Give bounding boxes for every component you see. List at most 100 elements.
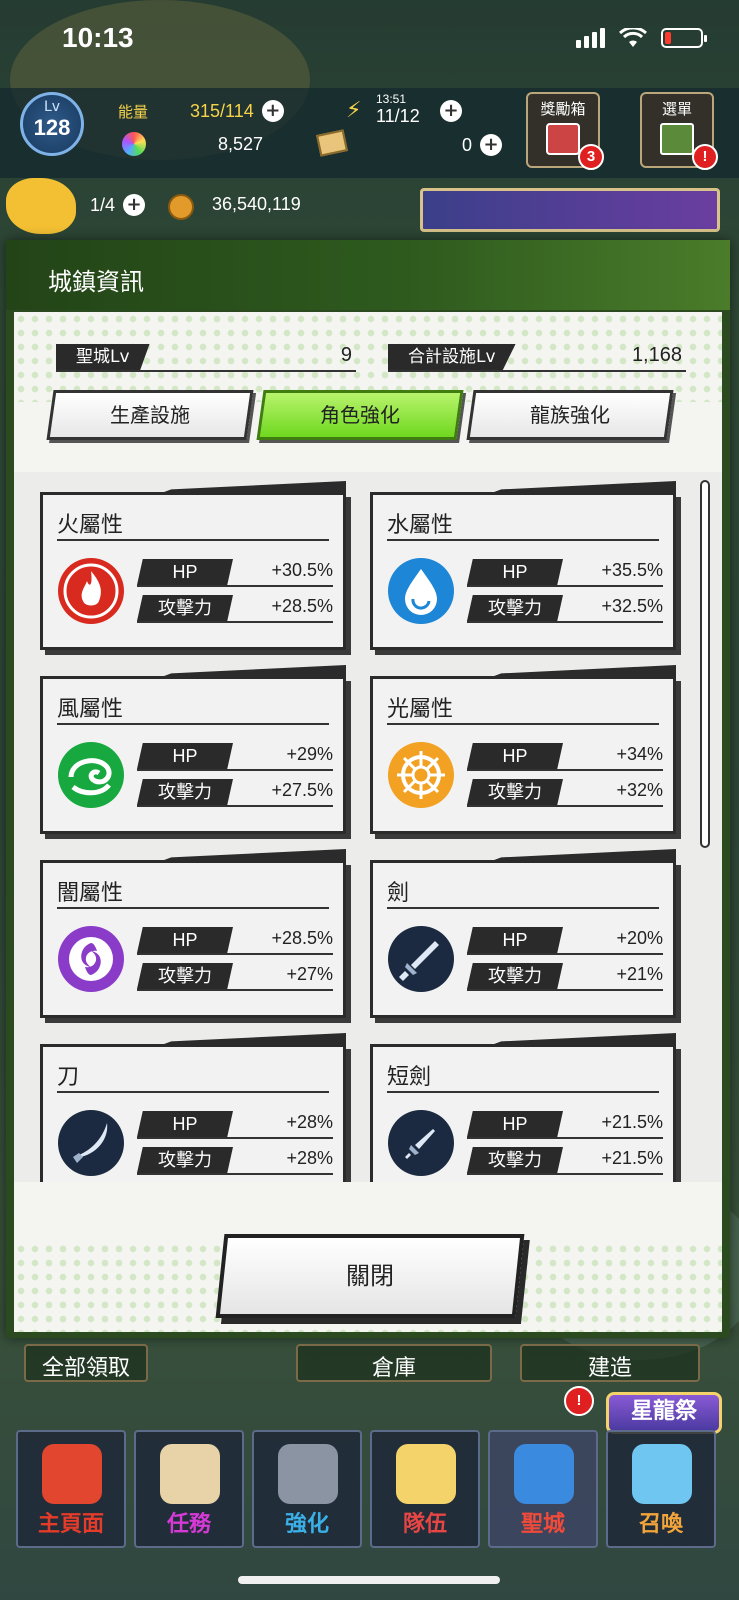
scrollbar[interactable] (700, 480, 710, 848)
medals-value: 1/4 (90, 194, 116, 215)
add-medals-button[interactable]: + (123, 194, 146, 216)
hp-row: HP +20% (467, 927, 663, 955)
reward-box-button[interactable]: 獎勵箱 3 (526, 92, 604, 170)
energy-value: 315/114 (190, 100, 254, 121)
event-banner-label: 星龍祭 (630, 1399, 697, 1424)
card-title: 短劍 (387, 1065, 432, 1090)
wifi-icon (619, 28, 647, 48)
warehouse-button[interactable]: 倉庫 (296, 1344, 492, 1382)
bottom-nav: 主頁面 任務 強化 隊伍 聖城 召喚! (16, 1386, 722, 1548)
card-title: 風屬性 (57, 697, 124, 722)
atk-label: 攻擊力 (137, 779, 233, 805)
add-energy-button[interactable]: + (261, 100, 284, 122)
lightning-icon: ⚡ (346, 98, 362, 123)
level-value: 128 (33, 115, 71, 140)
atk-value: +21% (616, 964, 663, 984)
hp-value: +34% (616, 744, 663, 764)
card-title: 刀 (57, 1065, 80, 1090)
nav-quests[interactable]: 任務 (134, 1430, 244, 1548)
card-corner-decor (156, 1033, 346, 1047)
nav-holy-city[interactable]: 聖城 (488, 1430, 598, 1548)
energy-display: 能量 315/114 + (118, 100, 284, 122)
hp-value: +28.5% (271, 928, 333, 948)
build-label: 建造 (587, 1356, 632, 1381)
card-corner-decor (486, 665, 676, 679)
scroll-icon (160, 1444, 220, 1504)
enhance-card: 光屬性 HP +34% 攻擊力 +32% (370, 665, 676, 834)
atk-row: 攻擊力 +28% (137, 1147, 333, 1175)
hp-value: +30.5% (271, 560, 333, 580)
gems-display: 8,527 (218, 134, 263, 155)
build-button[interactable]: 建造 (520, 1344, 700, 1382)
nav-label: 召喚 (638, 1512, 683, 1537)
atk-value: +32.5% (601, 596, 663, 616)
atk-row: 攻擊力 +27% (137, 963, 333, 991)
water-icon (387, 557, 455, 625)
nav-team[interactable]: 隊伍 (370, 1430, 480, 1548)
add-tickets-button[interactable]: + (480, 134, 503, 156)
hp-label: HP (137, 1111, 233, 1137)
hp-value: +35.5% (601, 560, 663, 580)
nav-label: 主頁面 (37, 1512, 104, 1537)
atk-label: 攻擊力 (467, 595, 563, 621)
nav-enhance[interactable]: 強化 (252, 1430, 362, 1548)
nav-label: 任務 (166, 1512, 211, 1537)
card-title: 劍 (387, 881, 410, 906)
star-dragon-festival-banner[interactable]: 星龍祭 (606, 1392, 722, 1434)
tickets-display: 0 + (462, 134, 503, 156)
signal-icon (576, 28, 605, 48)
atk-value: +28.5% (271, 596, 333, 616)
tickets-value: 0 (462, 134, 473, 155)
home-indicator[interactable] (238, 1576, 500, 1584)
card-corner-decor (486, 849, 676, 863)
add-stamina-button[interactable]: + (440, 100, 462, 122)
close-button[interactable]: 關閉 (215, 1234, 525, 1318)
tab-dragon-enhance[interactable]: 龍族強化 (466, 390, 674, 440)
tab-label: 龍族強化 (530, 403, 610, 427)
enhancement-list[interactable]: 火屬性 HP +30.5% 攻擊力 +28.5% 水屬性 HP +35.5% 攻擊力 +32.5%… (14, 472, 722, 1182)
holy-city-value: 9 (340, 344, 352, 366)
card-corner-decor (486, 1033, 676, 1047)
team-icon (396, 1444, 456, 1504)
card-corner-decor (486, 481, 676, 495)
hp-row: HP +28% (137, 1111, 333, 1139)
enhance-card: 劍 HP +20% 攻擊力 +21% (370, 849, 676, 1018)
atk-row: 攻擊力 +21% (467, 963, 663, 991)
stamina-timer: 13:51 (376, 92, 407, 106)
event-banner-image[interactable] (420, 188, 720, 232)
atk-label: 攻擊力 (137, 595, 233, 621)
dialog-body: 聖城Lv 9 合計設施Lv 1,168 生產設施 角色強化 龍族強化 火屬性 HP… (14, 312, 722, 1332)
total-facility-label: 合計設施Lv (388, 344, 516, 370)
claim-all-button[interactable]: 全部領取 (24, 1344, 149, 1382)
nav-summon[interactable]: 召喚 (606, 1430, 716, 1548)
under-dialog-bar: 全部領取 倉庫 建造 (0, 1340, 739, 1390)
hp-row: HP +29% (137, 743, 333, 771)
hp-row: HP +34% (467, 743, 663, 771)
card-corner-decor (156, 481, 346, 495)
atk-row: 攻擊力 +21.5% (467, 1147, 663, 1175)
tab-production-facilities[interactable]: 生產設施 (46, 390, 254, 440)
wind-icon (57, 741, 125, 809)
enhance-card: 火屬性 HP +30.5% 攻擊力 +28.5% (40, 481, 346, 650)
card-corner-decor (156, 849, 346, 863)
enhance-card: 闇屬性 HP +28.5% 攻擊力 +27% (40, 849, 346, 1018)
nav-home[interactable]: 主頁面 (16, 1430, 126, 1548)
total-facility-value: 1,168 (631, 344, 682, 366)
hp-row: HP +35.5% (467, 559, 663, 587)
title-underline (387, 907, 659, 909)
atk-value: +27% (286, 964, 333, 984)
gold-coin-icon (168, 194, 194, 220)
tab-character-enhance[interactable]: 角色強化 (256, 390, 464, 440)
title-underline (387, 1091, 659, 1093)
menu-button[interactable]: 選單 ! (640, 92, 718, 170)
level-label: Lv (43, 99, 61, 115)
atk-row: 攻擊力 +32% (467, 779, 663, 807)
atk-label: 攻擊力 (137, 963, 233, 989)
crystal-icon (632, 1444, 692, 1504)
mascot-icon (6, 178, 76, 234)
dialog-footer: 關閉 (14, 1182, 722, 1332)
gift-icon (546, 123, 580, 155)
title-underline (387, 723, 659, 725)
card-title: 闇屬性 (57, 881, 124, 906)
dialog-title: 城鎮資訊 (48, 268, 144, 296)
